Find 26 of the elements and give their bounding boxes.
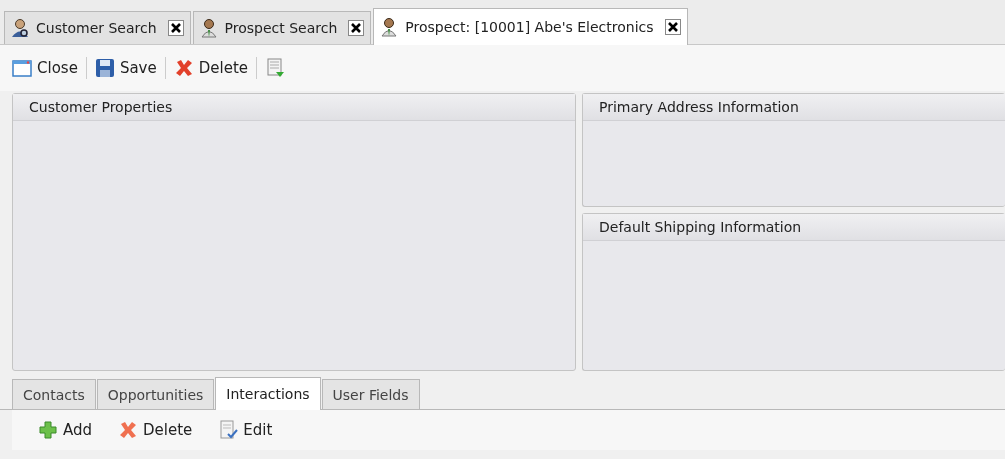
toolbar-button[interactable]: Add bbox=[36, 418, 95, 442]
close-icon[interactable] bbox=[167, 20, 184, 36]
document-tab[interactable]: Prospect: [10001] Abe's Electronics bbox=[373, 8, 688, 45]
cross-icon bbox=[118, 420, 139, 440]
panel-header: Default Shipping Information bbox=[583, 214, 1005, 241]
close-icon[interactable] bbox=[348, 20, 365, 36]
tab[interactable]: Opportunities bbox=[96, 379, 215, 409]
panel-header: Customer Properties bbox=[13, 94, 575, 121]
close-icon[interactable] bbox=[664, 19, 681, 35]
toolbar-button[interactable]: Edit bbox=[216, 418, 275, 442]
person-icon bbox=[199, 18, 218, 38]
document-tab[interactable]: Customer Search bbox=[4, 11, 191, 44]
document-tab[interactable]: Prospect Search bbox=[192, 11, 372, 44]
user-search-icon bbox=[11, 18, 29, 38]
window-icon bbox=[12, 58, 32, 78]
toolbar-button[interactable]: Delete bbox=[116, 418, 195, 442]
tab[interactable]: Interactions bbox=[215, 377, 321, 410]
person-icon bbox=[380, 17, 399, 37]
toolbar-button[interactable]: Delete bbox=[171, 56, 250, 80]
toolbar-button[interactable]: Save bbox=[92, 56, 159, 80]
plus-icon bbox=[38, 420, 58, 440]
toolbar-button[interactable]: Close bbox=[10, 56, 80, 80]
panel-header: Primary Address Information bbox=[583, 94, 1005, 121]
tab[interactable]: User Fields bbox=[321, 379, 420, 409]
document-check-icon bbox=[218, 420, 239, 440]
tab[interactable]: Contacts bbox=[12, 379, 96, 409]
